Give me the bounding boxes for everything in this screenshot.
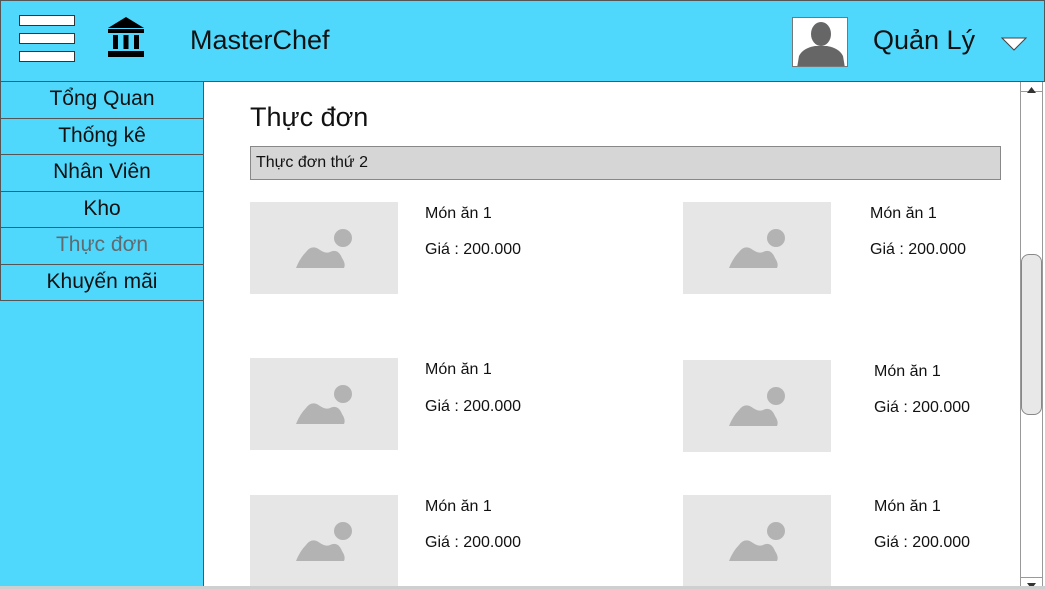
image-placeholder-icon <box>729 387 785 426</box>
sidebar-item-khuyen-mai[interactable]: Khuyến mãi <box>0 264 204 301</box>
image-placeholder-icon <box>729 522 785 561</box>
dish-name: Món ăn 1 <box>870 205 937 222</box>
dish-price: Giá : 200.000 <box>425 241 522 258</box>
scroll-up-arrow-icon[interactable] <box>1021 82 1042 93</box>
sidebar-item-tong-quan[interactable]: Tổng Quan <box>0 82 204 119</box>
vertical-scrollbar[interactable] <box>1020 82 1043 589</box>
dish-price: Giá : 200.000 <box>425 398 522 415</box>
dish-name: Món ăn 1 <box>425 498 492 515</box>
image-placeholder-icon <box>729 229 785 268</box>
app-title: MasterChef <box>190 25 330 55</box>
dish-image[interactable] <box>250 202 398 294</box>
image-placeholder-icon <box>296 385 352 424</box>
dish-name: Món ăn 1 <box>425 361 492 378</box>
sidebar-item-nhan-vien[interactable]: Nhân Viên <box>0 155 204 192</box>
dish-image[interactable] <box>683 495 831 587</box>
sidebar-item-thong-ke[interactable]: Thống kê <box>0 118 204 155</box>
sidebar-item-thuc-don[interactable]: Thực đơn <box>0 228 204 265</box>
dish-price: Giá : 200.000 <box>870 241 967 258</box>
chevron-down-icon[interactable] <box>1000 37 1028 51</box>
sidebar: Tổng Quan Thống kê Nhân Viên Kho Thực đơ… <box>0 82 204 589</box>
top-bar: MasterChef Quản Lý <box>0 0 1045 82</box>
bank-icon <box>105 15 147 59</box>
dish-name: Món ăn 1 <box>874 363 941 380</box>
menu-select[interactable]: Thực đơn thứ 2 <box>250 146 1001 180</box>
user-avatar[interactable] <box>792 17 848 67</box>
dish-image[interactable] <box>683 202 831 294</box>
hamburger-menu-icon[interactable] <box>19 13 77 63</box>
dish-price: Giá : 200.000 <box>874 399 971 416</box>
image-placeholder-icon <box>296 522 352 561</box>
dish-price: Giá : 200.000 <box>425 534 522 551</box>
page-title: Thực đơn <box>250 102 369 132</box>
user-name[interactable]: Quản Lý <box>873 25 975 56</box>
dish-image[interactable] <box>250 495 398 587</box>
sidebar-item-kho[interactable]: Kho <box>0 191 204 228</box>
scrollbar-thumb[interactable] <box>1021 254 1042 415</box>
dish-image[interactable] <box>250 358 398 450</box>
dish-name: Món ăn 1 <box>874 498 941 515</box>
dish-price: Giá : 200.000 <box>874 534 971 551</box>
dish-image[interactable] <box>683 360 831 452</box>
dish-name: Món ăn 1 <box>425 205 492 222</box>
main-content: Thực đơn Thực đơn thứ 2 Món ăn 1 Giá : 2… <box>204 82 1020 589</box>
image-placeholder-icon <box>296 229 352 268</box>
